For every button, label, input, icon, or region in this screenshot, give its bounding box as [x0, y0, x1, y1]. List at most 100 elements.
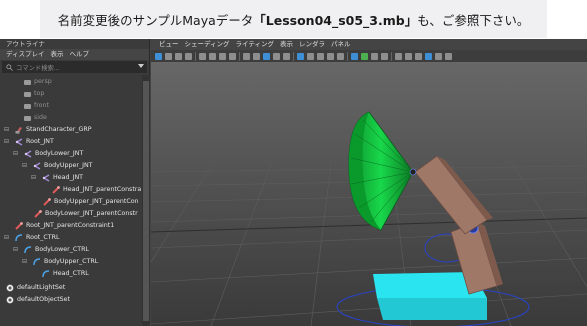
constraint-icon	[43, 198, 51, 206]
search-placeholder: コマンド検索...	[16, 64, 60, 72]
list-item[interactable]: Head_CTRL	[42, 269, 89, 279]
backface-icon[interactable]	[327, 52, 334, 60]
list-item[interactable]: BodyLower_JNT	[24, 149, 83, 159]
menu-lighting[interactable]: ライティング	[236, 39, 274, 50]
camera-icon	[24, 115, 31, 121]
caption-prefix: 名前変更後のサンプルMayaデータ	[57, 12, 254, 28]
menu-panels[interactable]: パネル	[331, 39, 351, 50]
menu-show[interactable]: 表示	[51, 49, 64, 60]
menu-view[interactable]: ビュー	[159, 39, 179, 50]
camera-icon	[24, 103, 31, 109]
expand-toggle-icon[interactable]: ⊟	[4, 138, 9, 146]
toolbar-separator	[195, 51, 196, 61]
viewport-menubar: ビュー シェーディング ライティング 表示 レンダラ パネル	[151, 39, 587, 50]
constraint-icon	[34, 210, 42, 218]
outliner-panel: アウトライナ ディスプレイ 表示 ヘルプ コマンド検索... persp top…	[0, 39, 150, 326]
outliner-list: persp top front side ⊟ StandCharacter_GR…	[0, 75, 142, 326]
caption-filename: 「Lesson04_s05_3.mb」	[253, 12, 418, 28]
expand-toggle-icon[interactable]: ⊟	[31, 174, 36, 182]
3d-scene[interactable]	[151, 62, 587, 326]
list-item[interactable]: StandCharacter_GRP	[15, 125, 92, 135]
viewport-toolbar	[151, 50, 587, 62]
color-management-icon[interactable]	[425, 52, 432, 60]
isolate-select-icon[interactable]	[297, 52, 304, 60]
menu-shading[interactable]: シェーディング	[185, 39, 230, 50]
depth-of-field-icon[interactable]	[371, 52, 378, 60]
menu-help[interactable]: ヘルプ	[70, 49, 90, 60]
list-item[interactable]: Root_CTRL	[15, 233, 60, 243]
shaded-icon[interactable]	[263, 52, 270, 60]
group-icon	[15, 127, 22, 134]
viewport-panel: ビュー シェーディング ライティング 表示 レンダラ パネル	[151, 39, 587, 326]
shadows-icon[interactable]	[351, 52, 358, 60]
panel-layout-icon[interactable]	[435, 52, 442, 60]
camera-icon	[24, 91, 31, 97]
menu-show-view[interactable]: 表示	[280, 39, 293, 50]
list-item[interactable]: persp	[24, 77, 52, 87]
command-search-input[interactable]: コマンド検索...	[2, 61, 147, 73]
settings-gear-icon[interactable]	[445, 52, 452, 60]
toolbar-separator	[293, 51, 294, 61]
expand-toggle-icon[interactable]: ⊟	[22, 258, 27, 266]
list-item[interactable]: BodyUpper_CTRL	[33, 257, 98, 267]
menu-display[interactable]: ディスプレイ	[6, 49, 45, 60]
resolution-gate-icon[interactable]	[219, 52, 226, 60]
list-item[interactable]: BodyUpper_JNT	[33, 161, 93, 171]
hud-icon[interactable]	[395, 52, 402, 60]
list-item[interactable]: Root_JNT_parentConstraint1	[15, 221, 114, 231]
list-item[interactable]: BodyLower_JNT_parentConstr	[34, 209, 138, 219]
toolbar-separator	[239, 51, 240, 61]
image-plane-icon[interactable]	[185, 52, 192, 60]
curve-icon	[24, 246, 32, 254]
list-item[interactable]: top	[24, 89, 44, 99]
dropdown-arrow-icon[interactable]	[138, 64, 144, 68]
set-icon	[6, 284, 14, 292]
list-item[interactable]: Head_JNT	[42, 173, 83, 183]
antialias-icon[interactable]	[361, 52, 368, 60]
outliner-menubar: ディスプレイ 表示 ヘルプ	[0, 49, 149, 60]
film-gate-icon[interactable]	[209, 52, 216, 60]
constraint-icon	[52, 186, 60, 194]
expand-toggle-icon[interactable]: ⊟	[13, 246, 18, 254]
expand-toggle-icon[interactable]: ⊟	[4, 234, 9, 242]
list-item[interactable]: front	[24, 101, 49, 111]
xray-joints-icon[interactable]	[317, 52, 324, 60]
maya-window: アウトライナ ディスプレイ 表示 ヘルプ コマンド検索... persp top…	[0, 39, 587, 326]
textured-icon[interactable]	[273, 52, 280, 60]
list-item[interactable]: BodyUpper_JNT_parentCon	[43, 197, 139, 207]
bookmark-icon[interactable]	[175, 52, 182, 60]
joint-icon	[42, 174, 50, 182]
joint-icon	[33, 162, 41, 170]
expand-toggle-icon[interactable]: ⊟	[4, 126, 9, 134]
camera-attributes-icon[interactable]	[165, 52, 172, 60]
wireframe-icon[interactable]	[243, 52, 250, 60]
scrollbar-thumb[interactable]	[143, 81, 149, 321]
list-item[interactable]: defaultObjectSet	[6, 295, 70, 305]
joint-icon	[24, 150, 32, 158]
outliner-title: アウトライナ	[6, 40, 45, 48]
grid-icon[interactable]	[199, 52, 206, 60]
select-camera-icon[interactable]	[155, 52, 162, 60]
gamma-icon[interactable]	[405, 52, 412, 60]
head-joint[interactable]	[409, 168, 417, 176]
list-item[interactable]: side	[24, 113, 47, 123]
menu-renderer[interactable]: レンダラ	[299, 39, 325, 50]
outliner-scrollbar[interactable]	[142, 75, 150, 326]
list-item[interactable]: Root_JNT	[15, 137, 54, 147]
screen-space-ao-icon[interactable]	[337, 52, 344, 60]
motion-blur-icon[interactable]	[381, 52, 388, 60]
caption-banner: 名前変更後のサンプルMayaデータ 「Lesson04_s05_3.mb」 も、ご参…	[40, 0, 547, 38]
curve-icon	[33, 258, 41, 266]
exposure-icon[interactable]	[415, 52, 422, 60]
list-item[interactable]: Head_JNT_parentConstra	[52, 185, 141, 195]
xray-icon[interactable]	[307, 52, 314, 60]
list-item[interactable]: BodyLower_CTRL	[24, 245, 89, 255]
list-item[interactable]: defaultLightSet	[6, 283, 65, 293]
smooth-shade-icon[interactable]	[253, 52, 260, 60]
expand-toggle-icon[interactable]: ⊟	[13, 150, 18, 158]
gate-mask-icon[interactable]	[229, 52, 236, 60]
curve-icon	[15, 234, 23, 242]
expand-toggle-icon[interactable]: ⊟	[22, 162, 27, 170]
lights-icon[interactable]	[283, 52, 290, 60]
camera-icon	[24, 79, 31, 85]
